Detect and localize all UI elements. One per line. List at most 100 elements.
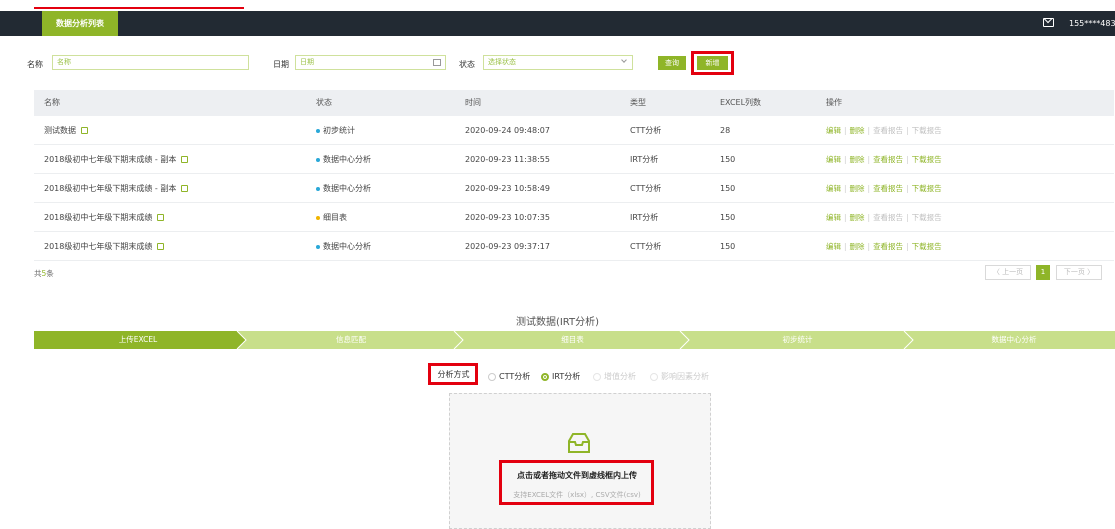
radio-label-irt: IRT分析	[552, 372, 581, 381]
radio-irt[interactable]: IRT分析	[541, 371, 580, 382]
row-status-text: 初步统计	[323, 126, 355, 135]
view-report-action[interactable]: 查看报告	[873, 155, 903, 164]
delete-action[interactable]: 删除	[850, 213, 865, 222]
row-type: IRT分析	[630, 213, 659, 222]
delete-action[interactable]: 删除	[850, 242, 865, 251]
row-excel-columns: 150	[720, 213, 736, 222]
action-separator: |	[844, 184, 847, 193]
radio-circle-irt	[541, 372, 549, 381]
download-report-action[interactable]: 下载报告	[912, 126, 942, 135]
table-row[interactable]: 2018级初中七年级下期末成绩 数据中心分析 2020-09-23 09:37:17…	[34, 232, 1114, 261]
row-actions: 编辑 | 删除 | 查看报告 | 下载报告	[826, 145, 945, 174]
view-report-action[interactable]: 查看报告	[873, 184, 903, 193]
row-status-text: 数据中心分析	[323, 155, 371, 164]
delete-action[interactable]: 删除	[850, 184, 865, 193]
download-report-action[interactable]: 下载报告	[912, 242, 942, 251]
action-separator: |	[844, 213, 847, 222]
step-info-match[interactable]: 信息匹配	[246, 331, 456, 349]
total-suffix: 条	[46, 269, 54, 278]
delete-action[interactable]: 删除	[850, 155, 865, 164]
highlight-method-label	[428, 363, 478, 385]
radio-circle-ctt	[488, 372, 496, 381]
row-name: 2018级初中七年级下期末成绩	[44, 232, 165, 261]
download-report-action[interactable]: 下载报告	[912, 213, 942, 222]
action-separator: |	[906, 242, 909, 251]
view-report-action[interactable]: 查看报告	[873, 213, 903, 222]
row-name: 2018级初中七年级下期末成绩 - 副本	[44, 174, 189, 203]
row-type: CTT分析	[630, 184, 662, 193]
mail-icon[interactable]	[1043, 18, 1054, 27]
row-type: CTT分析	[630, 242, 662, 251]
tab-data-analysis-list[interactable]: 数据分析列表	[42, 11, 118, 36]
edit-action[interactable]: 编辑	[826, 213, 841, 222]
view-report-action[interactable]: 查看报告	[873, 242, 903, 251]
rename-icon[interactable]	[157, 243, 165, 250]
view-report-action[interactable]: 查看报告	[873, 126, 903, 135]
row-time: 2020-09-23 11:38:55	[465, 155, 550, 164]
date-filter-label: 日期	[273, 60, 289, 69]
row-actions: 编辑 | 删除 | 查看报告 | 下载报告	[826, 203, 945, 232]
table-row[interactable]: 测试数据 初步统计 2020-09-24 09:48:07 CTT分析 28 编辑 | 删除 |…	[34, 116, 1114, 145]
edit-action[interactable]: 编辑	[826, 126, 841, 135]
col-actions: 操作	[826, 98, 842, 107]
row-type: IRT分析	[630, 155, 659, 164]
row-name-text: 2018级初中七年级下期末成绩 - 副本	[44, 155, 177, 164]
radio-circle-value-added	[593, 372, 601, 381]
row-status-text: 数据中心分析	[323, 242, 371, 251]
rename-icon[interactable]	[81, 127, 88, 134]
table-row[interactable]: 2018级初中七年级下期末成绩 - 副本 数据中心分析 2020-09-23 11:…	[34, 145, 1114, 174]
status-select[interactable]: 选择状态	[483, 55, 633, 70]
row-time: 2020-09-23 10:58:49	[465, 184, 550, 193]
action-separator: |	[844, 155, 847, 164]
delete-action[interactable]: 删除	[850, 126, 865, 135]
row-time: 2020-09-23 10:07:35	[465, 213, 550, 222]
user-phone[interactable]: 155****4837	[1069, 11, 1115, 36]
row-excel-columns: 150	[720, 155, 736, 164]
row-name: 测试数据	[44, 116, 88, 145]
action-separator: |	[906, 155, 909, 164]
action-separator: |	[867, 155, 871, 164]
status-dot-icon	[316, 128, 320, 133]
table-row[interactable]: 2018级初中七年级下期末成绩 细目表 2020-09-23 10:07:35 IRT…	[34, 203, 1114, 232]
edit-action[interactable]: 编辑	[826, 184, 841, 193]
row-name: 2018级初中七年级下期末成绩 - 副本	[44, 145, 189, 174]
radio-value-added[interactable]: 增值分析	[593, 371, 636, 382]
step-data-center[interactable]: 数据中心分析	[913, 331, 1115, 349]
radio-factor-analysis[interactable]: 影响因素分析	[650, 371, 709, 382]
date-input[interactable]: 日期	[295, 55, 446, 70]
inbox-icon	[568, 433, 590, 453]
status-dot-icon	[316, 186, 320, 191]
name-filter-label: 名称	[27, 60, 43, 69]
status-dot-icon	[316, 244, 320, 249]
rename-icon[interactable]	[181, 185, 189, 192]
page-1-button[interactable]: 1	[1036, 265, 1050, 280]
row-name-text: 2018级初中七年级下期末成绩 - 副本	[44, 184, 177, 193]
action-separator: |	[867, 184, 871, 193]
row-status-text: 细目表	[323, 213, 347, 222]
edit-action[interactable]: 编辑	[826, 242, 841, 251]
step-detail-table[interactable]: 细目表	[463, 331, 682, 349]
rename-icon[interactable]	[181, 156, 189, 163]
edit-action[interactable]: 编辑	[826, 155, 841, 164]
query-button[interactable]: 查询	[658, 56, 686, 70]
step-initial-stats[interactable]: 初步统计	[689, 331, 906, 349]
prev-page-button[interactable]: 〈 上一页	[985, 265, 1031, 280]
rename-icon[interactable]	[157, 214, 165, 221]
row-excel-columns: 28	[720, 126, 731, 135]
row-status: 数据中心分析	[316, 174, 371, 203]
row-status-text: 数据中心分析	[323, 184, 371, 193]
name-input[interactable]: 名称	[52, 55, 249, 70]
total-prefix: 共	[34, 269, 42, 278]
row-type: CTT分析	[630, 126, 662, 135]
action-separator: |	[844, 126, 847, 135]
download-report-action[interactable]: 下载报告	[912, 184, 942, 193]
step-upload-excel[interactable]: 上传EXCEL	[34, 331, 242, 349]
radio-ctt[interactable]: CTT分析	[488, 371, 530, 382]
row-status: 数据中心分析	[316, 145, 371, 174]
row-status: 初步统计	[316, 116, 355, 145]
row-status: 细目表	[316, 203, 347, 232]
table-row[interactable]: 2018级初中七年级下期末成绩 - 副本 数据中心分析 2020-09-23 10:…	[34, 174, 1114, 203]
next-page-button[interactable]: 下一页 〉	[1056, 265, 1102, 280]
download-report-action[interactable]: 下载报告	[912, 155, 942, 164]
action-separator: |	[906, 184, 909, 193]
